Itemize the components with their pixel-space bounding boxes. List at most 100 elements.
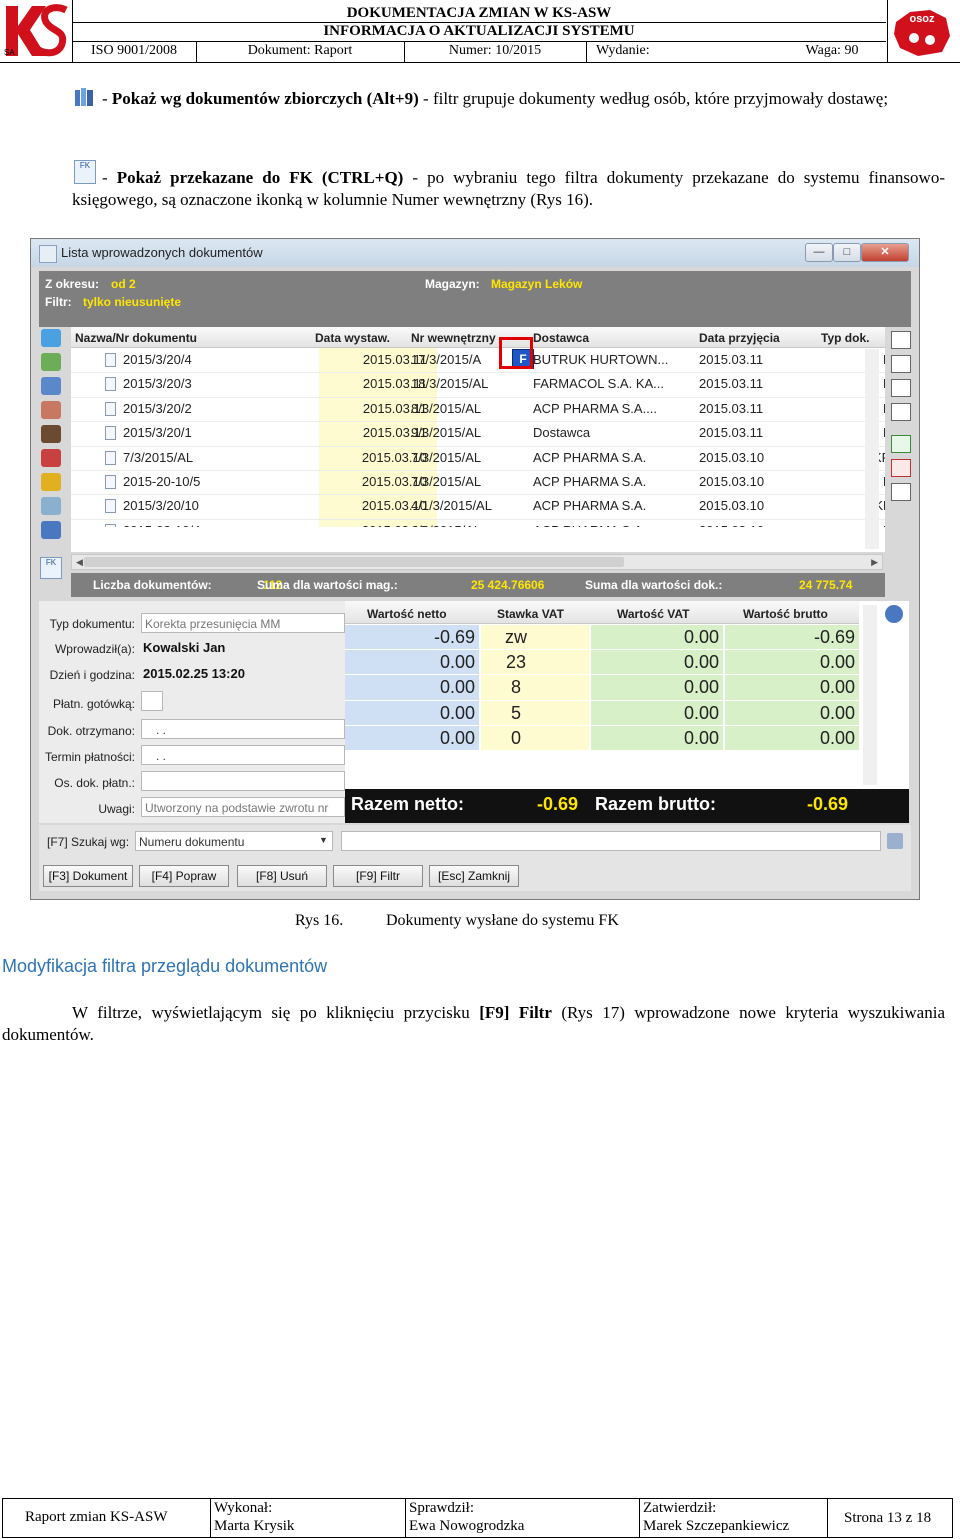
vat-cell-vat[interactable]: 0.00 [591, 677, 719, 698]
vat-cell-vat[interactable]: 0.00 [591, 627, 719, 648]
table-cell-inner[interactable]: 18/3/2015/AL [411, 376, 511, 391]
filter-icon[interactable] [41, 377, 61, 395]
filter-icon[interactable] [41, 329, 61, 347]
table-cell-inner[interactable]: 17/3/2015/A [411, 352, 511, 367]
table-cell-name[interactable]: 2015-20-10/5 [123, 474, 303, 489]
table-cell-inner[interactable]: 8/3/2015/AL [411, 401, 511, 416]
search-mode-select[interactable]: Numeru dokumentu [135, 831, 333, 851]
briefcase-icon[interactable] [41, 425, 61, 443]
vat-cell-net[interactable]: -0.69 [345, 627, 475, 648]
col-doc-type[interactable]: Typ dok. [821, 331, 869, 345]
vat-cell-rate[interactable]: zw [481, 627, 551, 648]
table-cell-supplier[interactable]: ACP PHARMA S.A. [533, 450, 693, 465]
filter-button[interactable]: [F9] Filtr [333, 865, 423, 887]
columns-icon[interactable] [891, 331, 911, 349]
col-received-date[interactable]: Data przyjęcia [699, 331, 780, 345]
table-cell-received[interactable]: 2015.03.11 [699, 401, 809, 416]
brush-icon[interactable] [887, 833, 903, 849]
vat-cell-rate[interactable]: 0 [481, 728, 551, 749]
vat-col-gross[interactable]: Wartość brutto [743, 607, 828, 621]
vat-cell-gross[interactable]: 0.00 [725, 652, 855, 673]
close-window-button[interactable]: [Esc] Zamknij [429, 865, 519, 887]
received-field[interactable]: . . [141, 719, 345, 739]
check-icon[interactable] [891, 435, 911, 453]
vat-scrollbar[interactable] [863, 605, 877, 785]
col-issue-date[interactable]: Data wystaw. [315, 331, 390, 345]
close-button[interactable]: ✕ [861, 243, 909, 262]
truck-icon[interactable] [41, 449, 61, 467]
horizontal-scrollbar[interactable]: ◀ ▶ [71, 554, 883, 570]
arrow-right-icon[interactable]: ▶ [871, 557, 878, 568]
table-cell-received[interactable]: 2015.03.11 [699, 352, 809, 367]
scroll-thumb[interactable] [84, 557, 624, 567]
vat-cell-rate[interactable]: 23 [481, 652, 551, 673]
table-cell-name[interactable]: 7/3/2015/AL [123, 450, 303, 465]
columns-icon[interactable] [891, 355, 911, 373]
vat-col-rate[interactable]: Stawka VAT [497, 607, 564, 621]
window-icon[interactable] [891, 483, 911, 501]
vat-cell-vat[interactable]: 0.00 [591, 652, 719, 673]
edit-button[interactable]: [F4] Popraw [139, 865, 229, 887]
table-cell-inner[interactable]: 7/3/2015/AL [411, 474, 511, 489]
vat-cell-net[interactable]: 0.00 [345, 703, 475, 724]
col-internal-number[interactable]: Nr wewnętrzny [411, 331, 496, 345]
table-cell-supplier[interactable]: ACP PHARMA S.A. [533, 474, 693, 489]
vat-cell-vat[interactable]: 0.00 [591, 728, 719, 749]
person-icon[interactable] [41, 497, 61, 515]
search-input[interactable] [341, 831, 881, 851]
group-documents-icon[interactable] [41, 521, 61, 539]
filter-icon[interactable] [41, 353, 61, 371]
vat-col-net[interactable]: Wartość netto [367, 607, 447, 621]
table-cell-name[interactable]: 2015/3/20/2 [123, 401, 303, 416]
minimize-button[interactable]: — [805, 243, 833, 262]
table-cell-received[interactable]: 2015.03.10 [699, 450, 809, 465]
table-cell-name[interactable]: 2015/3/20/4 [123, 352, 303, 367]
notes-field[interactable]: Utworzony na podstawie zwrotu nr [141, 797, 345, 817]
table-cell-inner[interactable]: 9/3/2015/AL [411, 425, 511, 440]
vat-cell-gross[interactable]: 0.00 [725, 677, 855, 698]
table-cell-supplier[interactable]: Dostawca [533, 425, 693, 440]
table-cell-received[interactable]: 2015.03.11 [699, 425, 809, 440]
sort-icon[interactable] [891, 403, 911, 421]
arrow-left-icon[interactable]: ◀ [76, 557, 83, 568]
vat-cell-net[interactable]: 0.00 [345, 652, 475, 673]
table-cell-name[interactable]: 2015/3/20/1 [123, 425, 303, 440]
table-cell-inner[interactable]: 7/3/2015/AL [411, 450, 511, 465]
maximize-button[interactable]: □ [833, 243, 861, 262]
col-supplier[interactable]: Dostawca [533, 331, 589, 345]
delete-icon[interactable] [891, 459, 911, 477]
due-field[interactable]: . . [141, 745, 345, 765]
vat-cell-rate[interactable]: 8 [481, 677, 551, 698]
doc-type-field[interactable]: Korekta przesunięcia MM [141, 613, 345, 633]
document-button[interactable]: [F3] Dokument [43, 865, 133, 887]
chevron-down-icon[interactable]: ▼ [319, 835, 328, 845]
table-cell-supplier[interactable]: BUTRUK HURTOWN... [533, 352, 693, 367]
vat-cell-rate[interactable]: 5 [481, 703, 551, 724]
clock-icon[interactable] [885, 605, 903, 623]
grid-scrollbar[interactable] [865, 349, 879, 549]
coin-icon[interactable] [41, 473, 61, 491]
person-field[interactable] [141, 771, 345, 791]
filter-icon[interactable] [41, 401, 61, 419]
vat-cell-net[interactable]: 0.00 [345, 728, 475, 749]
vat-cell-gross[interactable]: 0.00 [725, 703, 855, 724]
table-cell-supplier[interactable]: ACP PHARMA S.A.... [533, 401, 693, 416]
sort-icon[interactable] [891, 379, 911, 397]
vat-cell-gross[interactable]: 0.00 [725, 728, 855, 749]
table-cell-name[interactable]: 2015/3/20/10 [123, 498, 303, 513]
fk-filter-icon[interactable]: FK [40, 557, 62, 579]
cash-checkbox[interactable] [141, 691, 163, 711]
table-cell-supplier[interactable]: FARMACOL S.A. KA... [533, 376, 693, 391]
table-cell-name[interactable]: 2015/3/20/3 [123, 376, 303, 391]
vat-cell-gross[interactable]: -0.69 [725, 627, 855, 648]
delete-button[interactable]: [F8] Usuń [237, 865, 327, 887]
table-cell-received[interactable]: 2015.03.10 [699, 498, 809, 513]
vat-col-vat[interactable]: Wartość VAT [617, 607, 689, 621]
vat-cell-net[interactable]: 0.00 [345, 677, 475, 698]
vat-cell-vat[interactable]: 0.00 [591, 703, 719, 724]
table-cell-supplier[interactable]: ACP PHARMA S.A. [533, 498, 693, 513]
table-cell-received[interactable]: 2015.03.10 [699, 474, 809, 489]
table-cell-received[interactable]: 2015.03.11 [699, 376, 809, 391]
col-name[interactable]: Nazwa/Nr dokumentu [75, 331, 197, 345]
table-cell-inner[interactable]: 4/1/3/2015/AL [411, 498, 511, 513]
